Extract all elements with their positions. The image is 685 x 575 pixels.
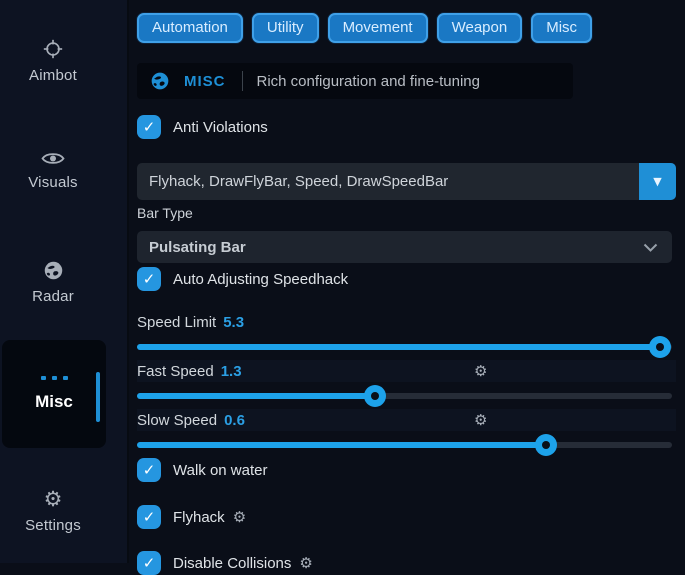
- gear-icon[interactable]: ⚙: [299, 554, 312, 572]
- checkbox-checked[interactable]: ✓: [137, 115, 161, 139]
- speed-limit-slider[interactable]: [137, 336, 672, 358]
- crosshair-icon: [0, 38, 106, 60]
- main-content: Automation Utility Movement Weapon Misc …: [137, 0, 676, 563]
- sidebar-item-aimbot[interactable]: Aimbot: [0, 38, 106, 84]
- sidebar-item-label: Settings: [0, 517, 106, 534]
- slider-value: 5.3: [223, 314, 244, 331]
- tab-automation[interactable]: Automation: [137, 13, 243, 43]
- walk-on-water-checkbox-row[interactable]: ✓ Walk on water: [137, 458, 267, 482]
- slow-speed-slider[interactable]: [137, 434, 672, 456]
- arrow-down-icon: ▼: [653, 175, 661, 188]
- chevron-down-icon: [643, 243, 658, 252]
- sidebar-item-label: Visuals: [0, 174, 106, 191]
- globe-icon: [150, 71, 170, 91]
- gear-icon: ⚙: [0, 488, 106, 510]
- checkbox-checked[interactable]: ✓: [137, 458, 161, 482]
- checkbox-label: Disable Collisions: [173, 555, 291, 572]
- checkbox-label: Walk on water: [173, 462, 267, 479]
- slider-value: 0.6: [224, 412, 245, 429]
- checkbox-checked[interactable]: ✓: [137, 267, 161, 291]
- dots-icon: [2, 376, 106, 380]
- select-value: Pulsating Bar: [149, 239, 643, 256]
- slider-label: Slow Speed: [137, 412, 217, 429]
- section-subtitle: Rich configuration and fine-tuning: [257, 73, 480, 90]
- tab-utility[interactable]: Utility: [252, 13, 319, 43]
- section-banner: MISC Rich configuration and fine-tuning: [137, 63, 573, 99]
- checkbox-label: Anti Violations: [173, 119, 268, 136]
- sidebar-item-label: Misc: [2, 392, 106, 412]
- slider-label: Fast Speed: [137, 363, 214, 380]
- slow-speed-label-row: Slow Speed 0.6 ⚙: [137, 409, 676, 431]
- slider-thumb[interactable]: [364, 385, 386, 407]
- slider-thumb[interactable]: [535, 434, 557, 456]
- tab-movement[interactable]: Movement: [328, 13, 428, 43]
- speed-limit-label-row: Speed Limit 5.3: [137, 311, 676, 333]
- banner-divider: [242, 71, 243, 91]
- sidebar-item-settings[interactable]: ⚙ Settings: [0, 488, 106, 534]
- sidebar-item-visuals[interactable]: Visuals: [0, 150, 106, 191]
- category-tabs: Automation Utility Movement Weapon Misc: [137, 13, 592, 43]
- flyhack-checkbox-row[interactable]: ✓ Flyhack ⚙: [137, 505, 246, 529]
- slider-fill: [137, 393, 375, 399]
- checkmark-icon: ✓: [143, 120, 156, 135]
- sidebar-item-misc[interactable]: Misc: [2, 340, 106, 448]
- gear-icon[interactable]: ⚙: [474, 411, 487, 429]
- bar-type-select[interactable]: Pulsating Bar: [137, 231, 672, 263]
- checkmark-icon: ✓: [143, 463, 156, 478]
- checkmark-icon: ✓: [143, 272, 156, 287]
- checkbox-label: Flyhack: [173, 509, 225, 526]
- checkbox-label: Auto Adjusting Speedhack: [173, 271, 348, 288]
- bar-type-label: Bar Type: [137, 205, 193, 221]
- globe-icon: [0, 260, 106, 281]
- section-title: MISC: [184, 73, 226, 90]
- sidebar-item-label: Aimbot: [0, 67, 106, 84]
- eye-icon: [0, 150, 106, 167]
- slider-thumb[interactable]: [649, 336, 671, 358]
- dropdown-open-button[interactable]: ▼: [639, 163, 676, 200]
- checkmark-icon: ✓: [143, 510, 156, 525]
- tab-weapon[interactable]: Weapon: [437, 13, 523, 43]
- fast-speed-label-row: Fast Speed 1.3 ⚙: [137, 360, 676, 382]
- slider-label: Speed Limit: [137, 314, 216, 331]
- fast-speed-slider[interactable]: [137, 385, 672, 407]
- tab-misc[interactable]: Misc: [531, 13, 592, 43]
- checkbox-checked[interactable]: ✓: [137, 551, 161, 575]
- multiselect-value: Flyhack, DrawFlyBar, Speed, DrawSpeedBar: [149, 173, 639, 190]
- disable-collisions-checkbox-row[interactable]: ✓ Disable Collisions ⚙: [137, 551, 313, 575]
- gear-icon[interactable]: ⚙: [474, 362, 487, 380]
- slider-fill: [137, 344, 660, 350]
- sidebar-item-label: Radar: [0, 288, 106, 305]
- violations-multiselect[interactable]: Flyhack, DrawFlyBar, Speed, DrawSpeedBar…: [137, 163, 676, 200]
- gear-icon[interactable]: ⚙: [233, 508, 246, 526]
- auto-adjusting-speedhack-checkbox-row[interactable]: ✓ Auto Adjusting Speedhack: [137, 267, 348, 291]
- checkmark-icon: ✓: [143, 556, 156, 571]
- slider-value: 1.3: [221, 363, 242, 380]
- sidebar-item-radar[interactable]: Radar: [0, 260, 106, 305]
- anti-violations-checkbox-row[interactable]: ✓ Anti Violations: [137, 115, 268, 139]
- checkbox-checked[interactable]: ✓: [137, 505, 161, 529]
- sidebar: Aimbot Visuals Radar Misc ⚙ Settings: [0, 0, 129, 563]
- slider-fill: [137, 442, 546, 448]
- active-indicator-bar: [96, 372, 100, 422]
